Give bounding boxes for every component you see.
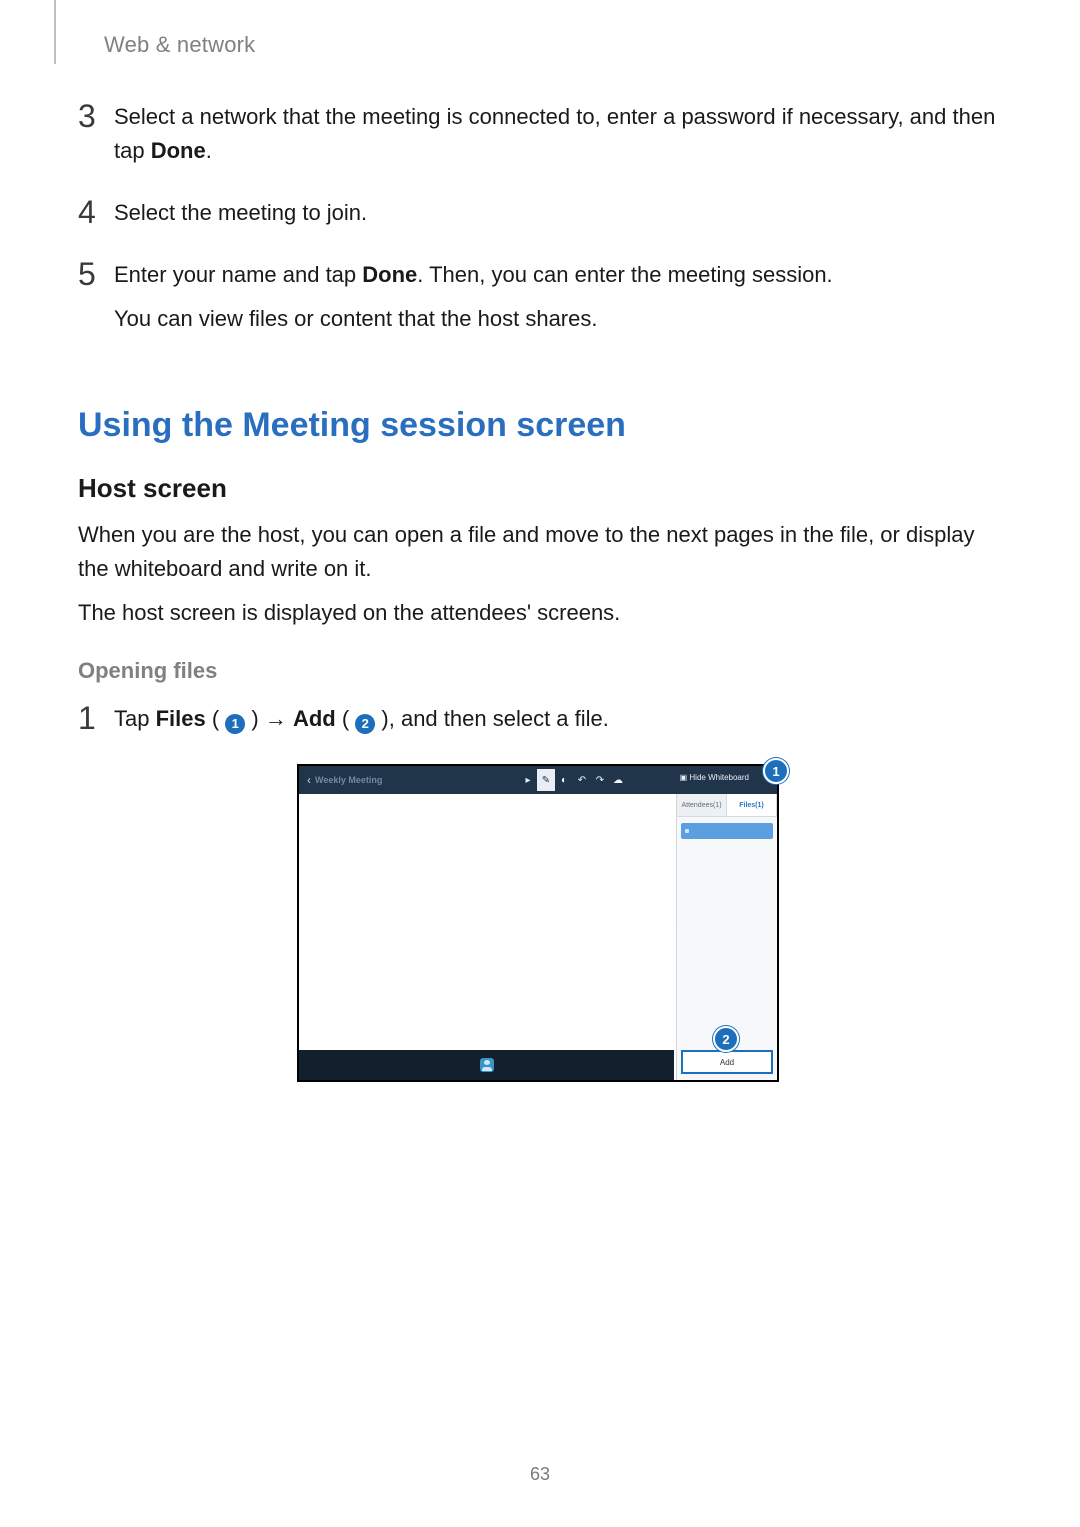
whiteboard-area[interactable] [299,794,674,1050]
bold: Done [362,262,417,287]
tool-undo-icon[interactable]: ↶ [573,769,591,791]
text: Enter your name and tap [114,262,362,287]
hide-whiteboard-label: Hide Whiteboard [689,773,749,782]
text: Tap [114,706,156,731]
tab-attendees[interactable]: Attendees(1) [677,794,727,816]
callout-2: 2 [713,1026,739,1052]
callout-inline-2: 2 [355,714,375,734]
step-text: Select a network that the meeting is con… [114,100,998,168]
heading-host-screen: Host screen [78,473,998,504]
bold: Add [293,706,336,731]
text: Select the meeting to join. [114,200,367,225]
paragraph: The host screen is displayed on the atte… [78,596,998,630]
corner-rule [54,0,56,64]
step-text: Enter your name and tap Done. Then, you … [114,258,998,336]
add-file-button[interactable]: Add [681,1050,773,1074]
step-text: Select the meeting to join. [114,196,998,230]
tool-redo-icon[interactable]: ↷ [591,769,609,791]
bold: Done [151,138,206,163]
step-number: 5 [78,256,108,292]
callout-inline-1: 1 [225,714,245,734]
tool-eraser-icon[interactable]: ◐ [555,769,573,791]
step-4: 4 Select the meeting to join. [78,196,998,230]
tool-pen-icon[interactable]: ✎ [537,769,555,791]
bold: Files [156,706,206,731]
step-3: 3 Select a network that the meeting is c… [78,100,998,168]
heading-using-meeting-session: Using the Meeting session screen [78,406,998,445]
attendee-avatar-icon[interactable] [480,1058,494,1072]
meeting-title: Weekly Meeting [315,775,382,785]
text: . Then, you can enter the meeting sessio… [417,262,832,287]
page-number: 63 [0,1464,1080,1485]
breadcrumb: Web & network [104,32,255,58]
text: ( [336,706,356,731]
text: . [206,138,212,163]
text: ) → [245,706,293,731]
tool-share-icon[interactable]: ☁ [609,769,627,791]
tool-pointer-icon[interactable]: ▸ [519,769,537,791]
step-text: Tap Files ( 1 ) → Add ( 2 ), and then se… [114,702,998,736]
file-chip[interactable] [681,823,773,839]
screenshot-bottombar [299,1050,674,1080]
back-icon[interactable]: ‹ [307,773,311,787]
step-number: 4 [78,194,108,230]
file-close-icon[interactable] [685,829,689,833]
text: You can view files or content that the h… [114,302,998,336]
side-tabs: Attendees(1) Files(1) [677,794,777,817]
text: ), and then select a file. [375,706,609,731]
step-number: 3 [78,98,108,134]
screenshot-topbar: ‹ Weekly Meeting ▸ ✎ ◐ ↶ ↷ ☁ ▣ Hide Whit… [299,766,777,794]
hide-whiteboard-button[interactable]: ▣ Hide Whiteboard [680,773,749,782]
text: ( [206,706,226,731]
step-5: 5 Enter your name and tap Done. Then, yo… [78,258,998,336]
tab-files[interactable]: Files(1) [727,794,777,816]
screenshot-meeting-host: ‹ Weekly Meeting ▸ ✎ ◐ ↶ ↷ ☁ ▣ Hide Whit… [297,764,779,1082]
paragraph: When you are the host, you can open a fi… [78,518,998,586]
opening-step-1: 1 Tap Files ( 1 ) → Add ( 2 ), and then … [78,702,998,736]
step-number: 1 [78,700,108,736]
heading-opening-files: Opening files [78,658,998,684]
toolbar: ▸ ✎ ◐ ↶ ↷ ☁ [519,769,627,791]
text: Select a network that the meeting is con… [114,104,995,163]
callout-1: 1 [763,758,789,784]
